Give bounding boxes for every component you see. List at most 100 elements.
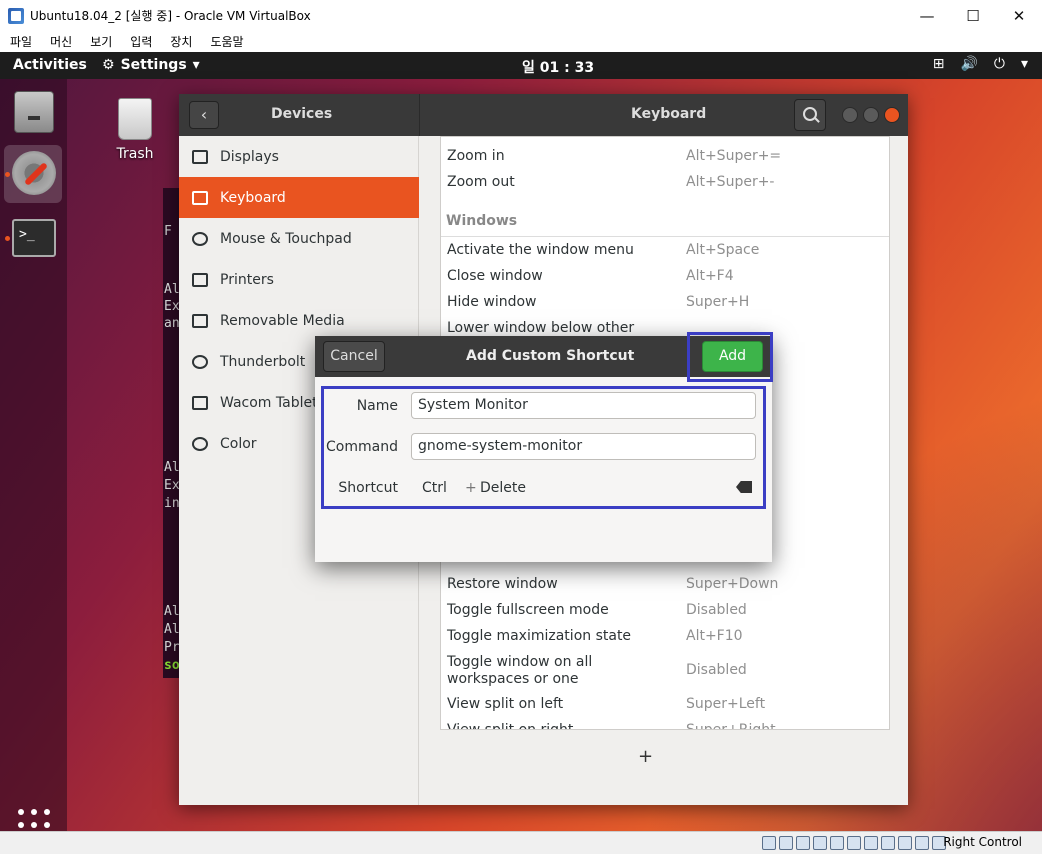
shortcut-key: Alt+Space [686,242,760,258]
sidebar-item-keyboard[interactable]: Keyboard [179,177,419,218]
search-icon[interactable] [794,99,826,131]
highlight-form-fields [321,386,766,509]
network-adapter-icon[interactable] [813,836,827,850]
shortcut-key: Disabled [686,602,747,618]
maximize-button[interactable]: ☐ [950,0,996,31]
clock[interactable]: 일 01 : 33 [522,57,594,77]
show-applications-icon[interactable] [18,809,50,831]
display-settings-icon[interactable] [864,836,878,850]
divider [441,236,889,237]
terminal-text: Al [164,604,180,619]
sidebar-item-label: Removable Media [220,312,345,329]
host-menu-bar: 파일 머신 보기 입력 장치 도움말 [0,31,1042,52]
shortcut-name: Zoom out [447,174,515,190]
terminal-icon: >_ [12,219,56,257]
terminal-text: Pr [164,640,180,655]
running-indicator [5,172,10,177]
dock-files[interactable] [4,83,62,141]
activities-button[interactable]: Activities [13,57,87,73]
keyboard-icon [192,190,208,205]
guest-screen: Activities ⚙ Settings ▾ 일 01 : 33 ⊞ 🔊 ⏻ … [0,52,1042,831]
shortcut-name: Toggle maximization state [447,628,632,644]
settings-icon [12,151,56,195]
sidebar-item-label: Keyboard [220,189,286,206]
shortcut-name: Hide window [447,294,537,310]
shortcut-key: Alt+Super+= [686,148,782,164]
dialog-title: Add Custom Shortcut [466,348,635,364]
shortcut-name: Toggle window on all [447,654,593,670]
power-icon: ⏻ [993,56,1005,72]
sidebar-item-mouse[interactable]: Mouse & Touchpad [179,218,419,259]
terminal-text: F [164,224,172,239]
terminal-text: Ex [164,478,180,493]
tablet-icon [192,395,208,410]
volume-icon: 🔊 [960,56,978,72]
terminal-text: Ex [164,299,180,314]
hdd-icon[interactable] [762,836,776,850]
host-key-label: Right Control [943,835,1022,849]
mouse-icon [192,231,208,246]
shortcut-name: Zoom in [447,148,505,164]
shortcut-name: Lower window below other [447,320,635,336]
close-window-button[interactable]: ✕ [996,0,1042,31]
dock-terminal[interactable]: >_ [4,209,62,267]
terminal-text: Al [164,460,180,475]
section-title-windows: Windows [446,213,518,229]
back-button[interactable]: ‹ [189,101,219,129]
host-title-bar: Ubuntu18.04_2 [실행 중] - Oracle VM Virtual… [0,0,1042,31]
app-menu[interactable]: ⚙ Settings ▾ [102,57,200,73]
terminal-text: an [164,316,180,331]
sidebar-item-printers[interactable]: Printers [179,259,419,300]
shared-folder-icon[interactable] [847,836,861,850]
menu-devices[interactable]: 장치 [170,33,192,50]
files-icon [14,91,54,133]
capture-icon[interactable] [881,836,895,850]
sidebar-item-removable-media[interactable]: Removable Media [179,300,419,341]
printer-icon [192,272,208,287]
system-tray[interactable]: ⊞ 🔊 ⏻ ▾ [933,56,1028,72]
audio-icon[interactable] [796,836,810,850]
panel-group-title: Devices [271,106,333,122]
terminal-text: in [164,496,180,511]
add-shortcut-button[interactable]: + [638,746,653,767]
shortcut-row[interactable]: Toggle window on all workspaces or one D… [441,654,889,688]
menu-file[interactable]: 파일 [10,33,32,50]
shortcut-key: Alt+F10 [686,628,743,644]
shortcut-name: Close window [447,268,543,284]
menu-help[interactable]: 도움말 [210,33,243,50]
terminal-text: Al [164,282,180,297]
shortcut-key: Alt+F4 [686,268,734,284]
desktop-trash[interactable]: Trash [108,98,162,162]
menu-input[interactable]: 입력 [130,33,152,50]
menu-machine[interactable]: 머신 [50,33,72,50]
app-menu-label: Settings [120,57,187,73]
cancel-button[interactable]: Cancel [323,341,385,372]
tray-chevron-down-icon: ▾ [1020,56,1028,72]
menu-view[interactable]: 보기 [90,33,112,50]
terminal-text: Al [164,622,180,637]
chevron-down-icon: ▾ [192,57,200,73]
shortcut-name-line2: workspaces or one [447,671,579,687]
shortcut-name: View split on right [447,722,574,730]
optical-drive-icon[interactable] [779,836,793,850]
sidebar-item-label: Displays [220,148,279,165]
sidebar-item-displays[interactable]: Displays [179,136,419,177]
host-status-bar: Right Control [0,831,1042,854]
trash-icon [118,98,152,140]
shortcut-name: Activate the window menu [447,242,634,258]
shortcut-name: Toggle fullscreen mode [447,602,609,618]
dock-settings[interactable] [4,145,62,203]
minimize-button[interactable]: — [904,0,950,31]
cpu-icon[interactable] [898,836,912,850]
close-icon[interactable] [884,107,900,123]
mouse-integration-icon[interactable] [915,836,929,850]
usb-icon[interactable] [830,836,844,850]
network-icon: ⊞ [932,56,945,72]
color-icon [192,436,208,451]
minimize-icon[interactable] [842,107,858,123]
gnome-top-bar: Activities ⚙ Settings ▾ 일 01 : 33 ⊞ 🔊 ⏻ … [0,52,1042,79]
sidebar-item-label: Color [220,435,257,452]
host-window-title: Ubuntu18.04_2 [실행 중] - Oracle VM Virtual… [30,9,311,23]
maximize-icon[interactable] [863,107,879,123]
usb-drive-icon [192,313,208,328]
